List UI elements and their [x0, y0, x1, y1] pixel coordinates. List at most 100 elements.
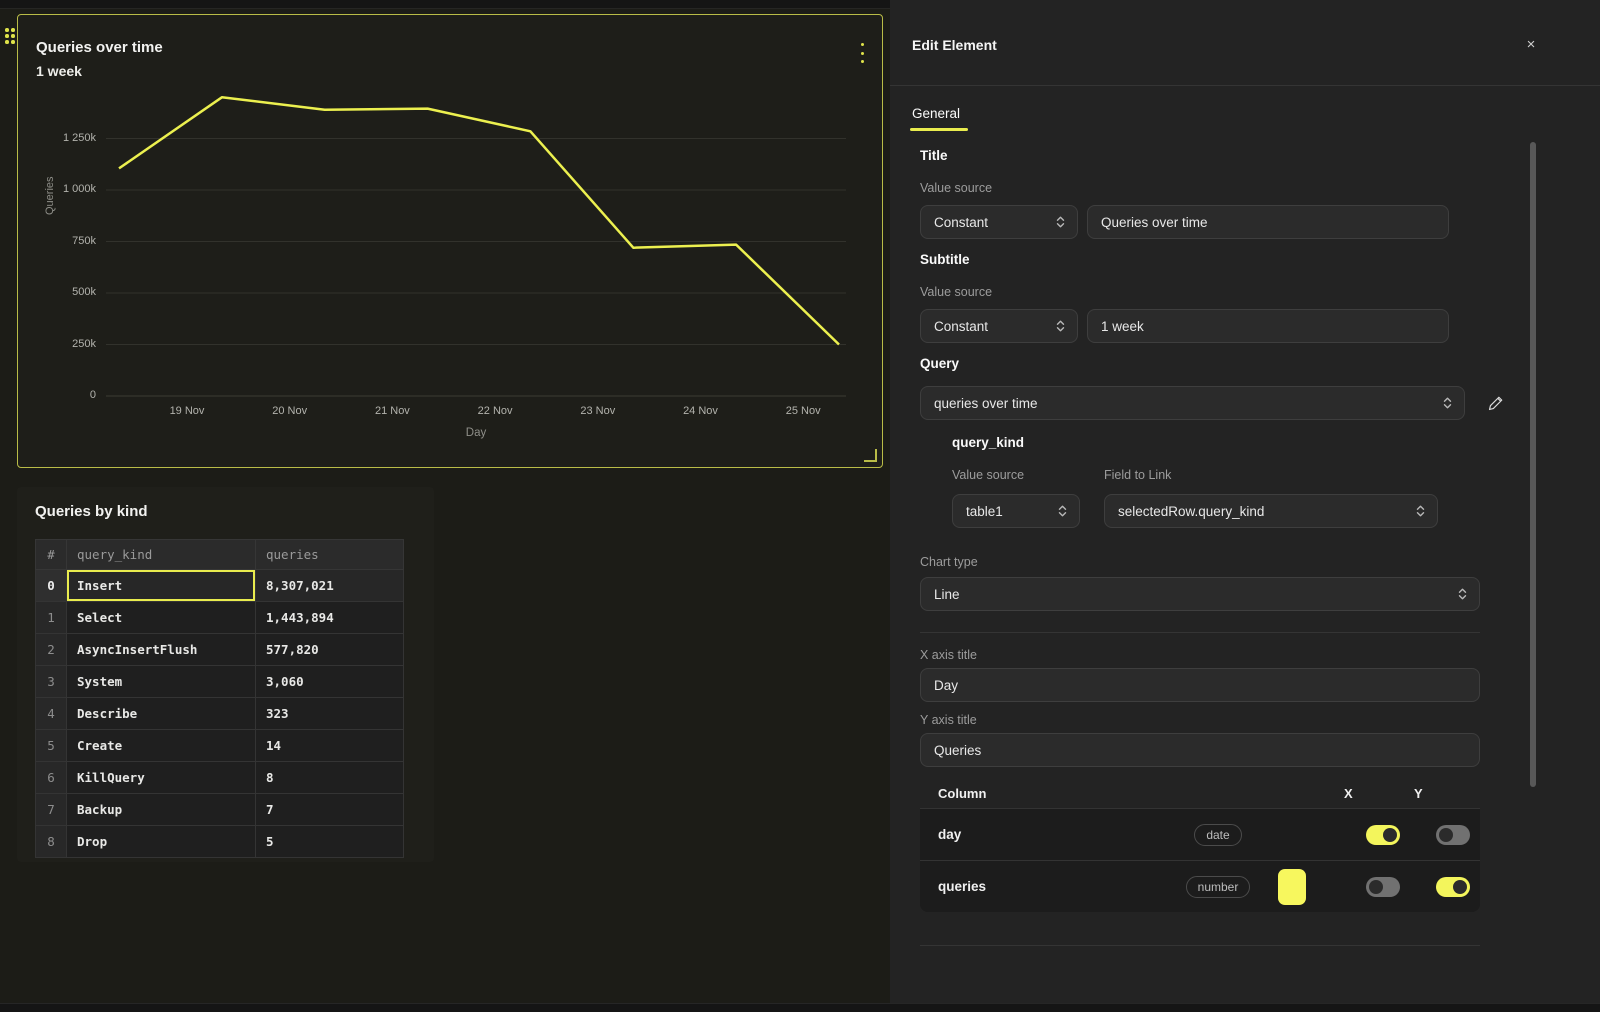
x-axis-title: Day	[106, 427, 846, 439]
scrollbar-thumb[interactable]	[1530, 142, 1536, 787]
row-index-cell: 1	[36, 602, 67, 634]
column-header-query-kind: query_kind	[67, 540, 256, 570]
queries-value-cell[interactable]: 7	[256, 794, 404, 826]
queries-value-cell[interactable]: 5	[256, 826, 404, 858]
table-row: 7Backup7	[36, 794, 404, 826]
x-tick-label: 23 Nov	[566, 405, 630, 417]
chevron-updown-icon	[1057, 503, 1068, 519]
field-to-link-label: Field to Link	[1104, 468, 1171, 482]
column-name: day	[920, 827, 1158, 842]
columns-header-column: Column	[920, 786, 1344, 801]
query-kind-cell[interactable]: KillQuery	[67, 762, 256, 794]
query-kind-heading: query_kind	[952, 435, 1024, 450]
query-kind-cell[interactable]: Backup	[67, 794, 256, 826]
table-panel-title: Queries by kind	[35, 503, 148, 520]
chart-type-select[interactable]: Line	[920, 577, 1480, 611]
y-axis-title-label: Y axis title	[920, 713, 977, 727]
queries-value-cell[interactable]: 323	[256, 698, 404, 730]
query-kind-source-select[interactable]: table1	[952, 494, 1080, 528]
row-index-cell: 2	[36, 634, 67, 666]
query-kind-cell[interactable]: AsyncInsertFlush	[67, 634, 256, 666]
chart-panel[interactable]: Queries over time 1 week Queries 0250k50…	[17, 14, 883, 468]
x-axis-toggle[interactable]	[1366, 877, 1400, 897]
queries-value-cell[interactable]: 1,443,894	[256, 602, 404, 634]
type-badge: number	[1186, 876, 1251, 898]
columns-header-x: X	[1344, 786, 1414, 801]
field-to-link-select[interactable]: selectedRow.query_kind	[1104, 494, 1438, 528]
x-tick-label: 24 Nov	[669, 405, 733, 417]
column-mapping-row: queries number	[920, 860, 1480, 912]
series-color-swatch[interactable]	[1278, 869, 1306, 905]
title-value-input[interactable]	[1087, 205, 1449, 239]
bottom-edge-strip	[0, 1003, 1600, 1012]
row-index-cell: 8	[36, 826, 67, 858]
x-axis-toggle[interactable]	[1366, 825, 1400, 845]
column-header-index: #	[36, 540, 67, 570]
row-index-cell: 5	[36, 730, 67, 762]
row-index-cell: 4	[36, 698, 67, 730]
table-row: 3System3,060	[36, 666, 404, 698]
close-icon[interactable]: ×	[1520, 33, 1542, 55]
x-tick-label: 25 Nov	[771, 405, 835, 417]
table-row: 8Drop5	[36, 826, 404, 858]
column-name: queries	[920, 879, 1158, 894]
query-kind-cell[interactable]: Describe	[67, 698, 256, 730]
column-header-queries: queries	[256, 540, 404, 570]
queries-value-cell[interactable]: 3,060	[256, 666, 404, 698]
x-tick-label: 19 Nov	[155, 405, 219, 417]
kebab-menu-icon[interactable]	[856, 41, 868, 65]
toggle-knob	[1453, 880, 1467, 894]
queries-value-cell[interactable]: 14	[256, 730, 404, 762]
chart-title: Queries over time	[36, 39, 163, 56]
query-kind-cell[interactable]: Select	[67, 602, 256, 634]
subtitle-source-select[interactable]: Constant	[920, 309, 1078, 343]
row-index-cell: 6	[36, 762, 67, 794]
query-select[interactable]: queries over time	[920, 386, 1465, 420]
panel-title: Edit Element	[912, 37, 997, 53]
row-index-cell: 7	[36, 794, 67, 826]
title-source-select[interactable]: Constant	[920, 205, 1078, 239]
y-axis-toggle[interactable]	[1436, 825, 1470, 845]
y-tick-label: 1 250k	[26, 132, 96, 144]
query-kind-cell[interactable]: Drop	[67, 826, 256, 858]
tab-general[interactable]: General	[912, 106, 960, 121]
queries-value-cell[interactable]: 8	[256, 762, 404, 794]
query-kind-value-source-label: Value source	[952, 468, 1024, 482]
query-kind-cell[interactable]: Insert	[67, 570, 256, 602]
y-axis-title-input[interactable]	[920, 733, 1480, 767]
chevron-updown-icon	[1415, 503, 1426, 519]
header-divider	[890, 85, 1600, 86]
columns-header-row: Column X Y	[920, 778, 1480, 808]
section-subtitle-heading: Subtitle	[920, 252, 970, 267]
queries-value-cell[interactable]: 577,820	[256, 634, 404, 666]
subtitle-value-input[interactable]	[1087, 309, 1449, 343]
subtitle-value-source-label: Value source	[920, 285, 992, 299]
x-tick-label: 22 Nov	[463, 405, 527, 417]
columns-mapping-table: Column X Y day date queries number	[920, 778, 1480, 912]
table-row: 5Create14	[36, 730, 404, 762]
query-kind-cell[interactable]: System	[67, 666, 256, 698]
x-axis-title-input[interactable]	[920, 668, 1480, 702]
edit-pencil-icon[interactable]	[1487, 394, 1505, 412]
resize-handle-icon[interactable]	[864, 449, 877, 462]
table-header-row: # query_kind queries	[36, 540, 404, 570]
line-chart-plot	[106, 85, 846, 405]
table-panel[interactable]: Queries by kind # query_kind queries 0In…	[17, 487, 434, 862]
table-row: 4Describe323	[36, 698, 404, 730]
x-tick-label: 21 Nov	[360, 405, 424, 417]
row-index-cell: 3	[36, 666, 67, 698]
app-root: Queries over time 1 week Queries 0250k50…	[0, 0, 1600, 1012]
queries-value-cell[interactable]: 8,307,021	[256, 570, 404, 602]
dashboard-canvas[interactable]: Queries over time 1 week Queries 0250k50…	[0, 0, 890, 1012]
query-kind-cell[interactable]: Create	[67, 730, 256, 762]
chart-subtitle: 1 week	[36, 63, 82, 79]
y-tick-label: 1 000k	[26, 183, 96, 195]
type-badge: date	[1194, 824, 1241, 846]
y-axis-toggle[interactable]	[1436, 877, 1470, 897]
top-edge-strip	[0, 0, 890, 9]
table-row: 2AsyncInsertFlush577,820	[36, 634, 404, 666]
table-row: 1Select1,443,894	[36, 602, 404, 634]
x-axis-title-label: X axis title	[920, 648, 977, 662]
chevron-updown-icon	[1055, 318, 1066, 334]
y-tick-label: 250k	[26, 338, 96, 350]
